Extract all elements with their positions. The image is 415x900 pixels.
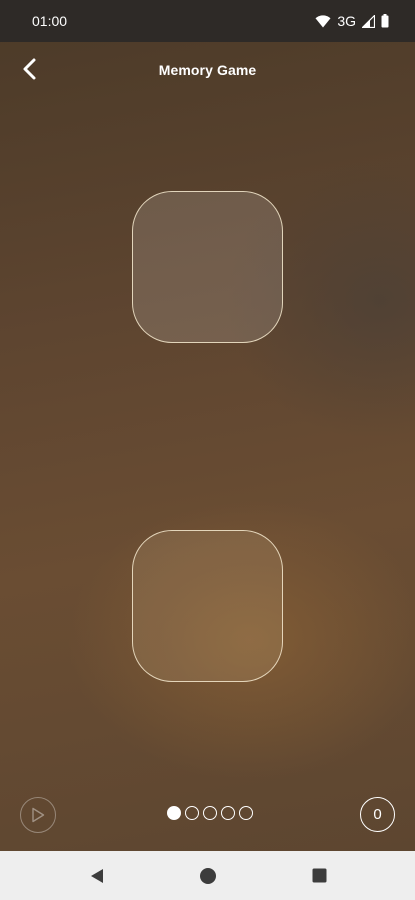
memory-card-1[interactable] <box>132 191 283 343</box>
network-type: 3G <box>337 13 356 29</box>
page-dot-1[interactable] <box>167 806 181 820</box>
play-button[interactable] <box>20 797 56 833</box>
memory-card-2[interactable] <box>132 530 283 682</box>
score-value: 0 <box>373 806 382 823</box>
page-dot-4[interactable] <box>221 806 235 820</box>
game-screen: 01:00 3G Memory Game 0 <box>0 0 415 900</box>
status-bar: 01:00 3G <box>0 0 415 42</box>
back-triangle-icon <box>91 868 103 883</box>
nav-back-button[interactable] <box>67 851 127 900</box>
nav-recents-button[interactable] <box>289 851 349 900</box>
page-title: Memory Game <box>158 62 257 78</box>
signal-icon <box>362 14 375 28</box>
system-nav-bar <box>0 851 415 900</box>
nav-home-button[interactable] <box>178 851 238 900</box>
wifi-icon <box>315 14 331 27</box>
chevron-left-icon <box>23 58 36 80</box>
status-icons: 3G <box>315 13 389 29</box>
battery-icon <box>381 14 389 28</box>
app-header: Memory Game <box>0 42 415 98</box>
status-time: 01:00 <box>32 13 68 29</box>
page-dot-2[interactable] <box>185 806 199 820</box>
back-button[interactable] <box>14 54 44 84</box>
page-dot-3[interactable] <box>203 806 217 820</box>
recents-square-icon <box>312 868 326 883</box>
page-indicator <box>167 806 253 820</box>
home-circle-icon <box>200 867 216 884</box>
page-dot-5[interactable] <box>239 806 253 820</box>
play-icon <box>32 807 45 823</box>
score-badge: 0 <box>360 797 395 832</box>
